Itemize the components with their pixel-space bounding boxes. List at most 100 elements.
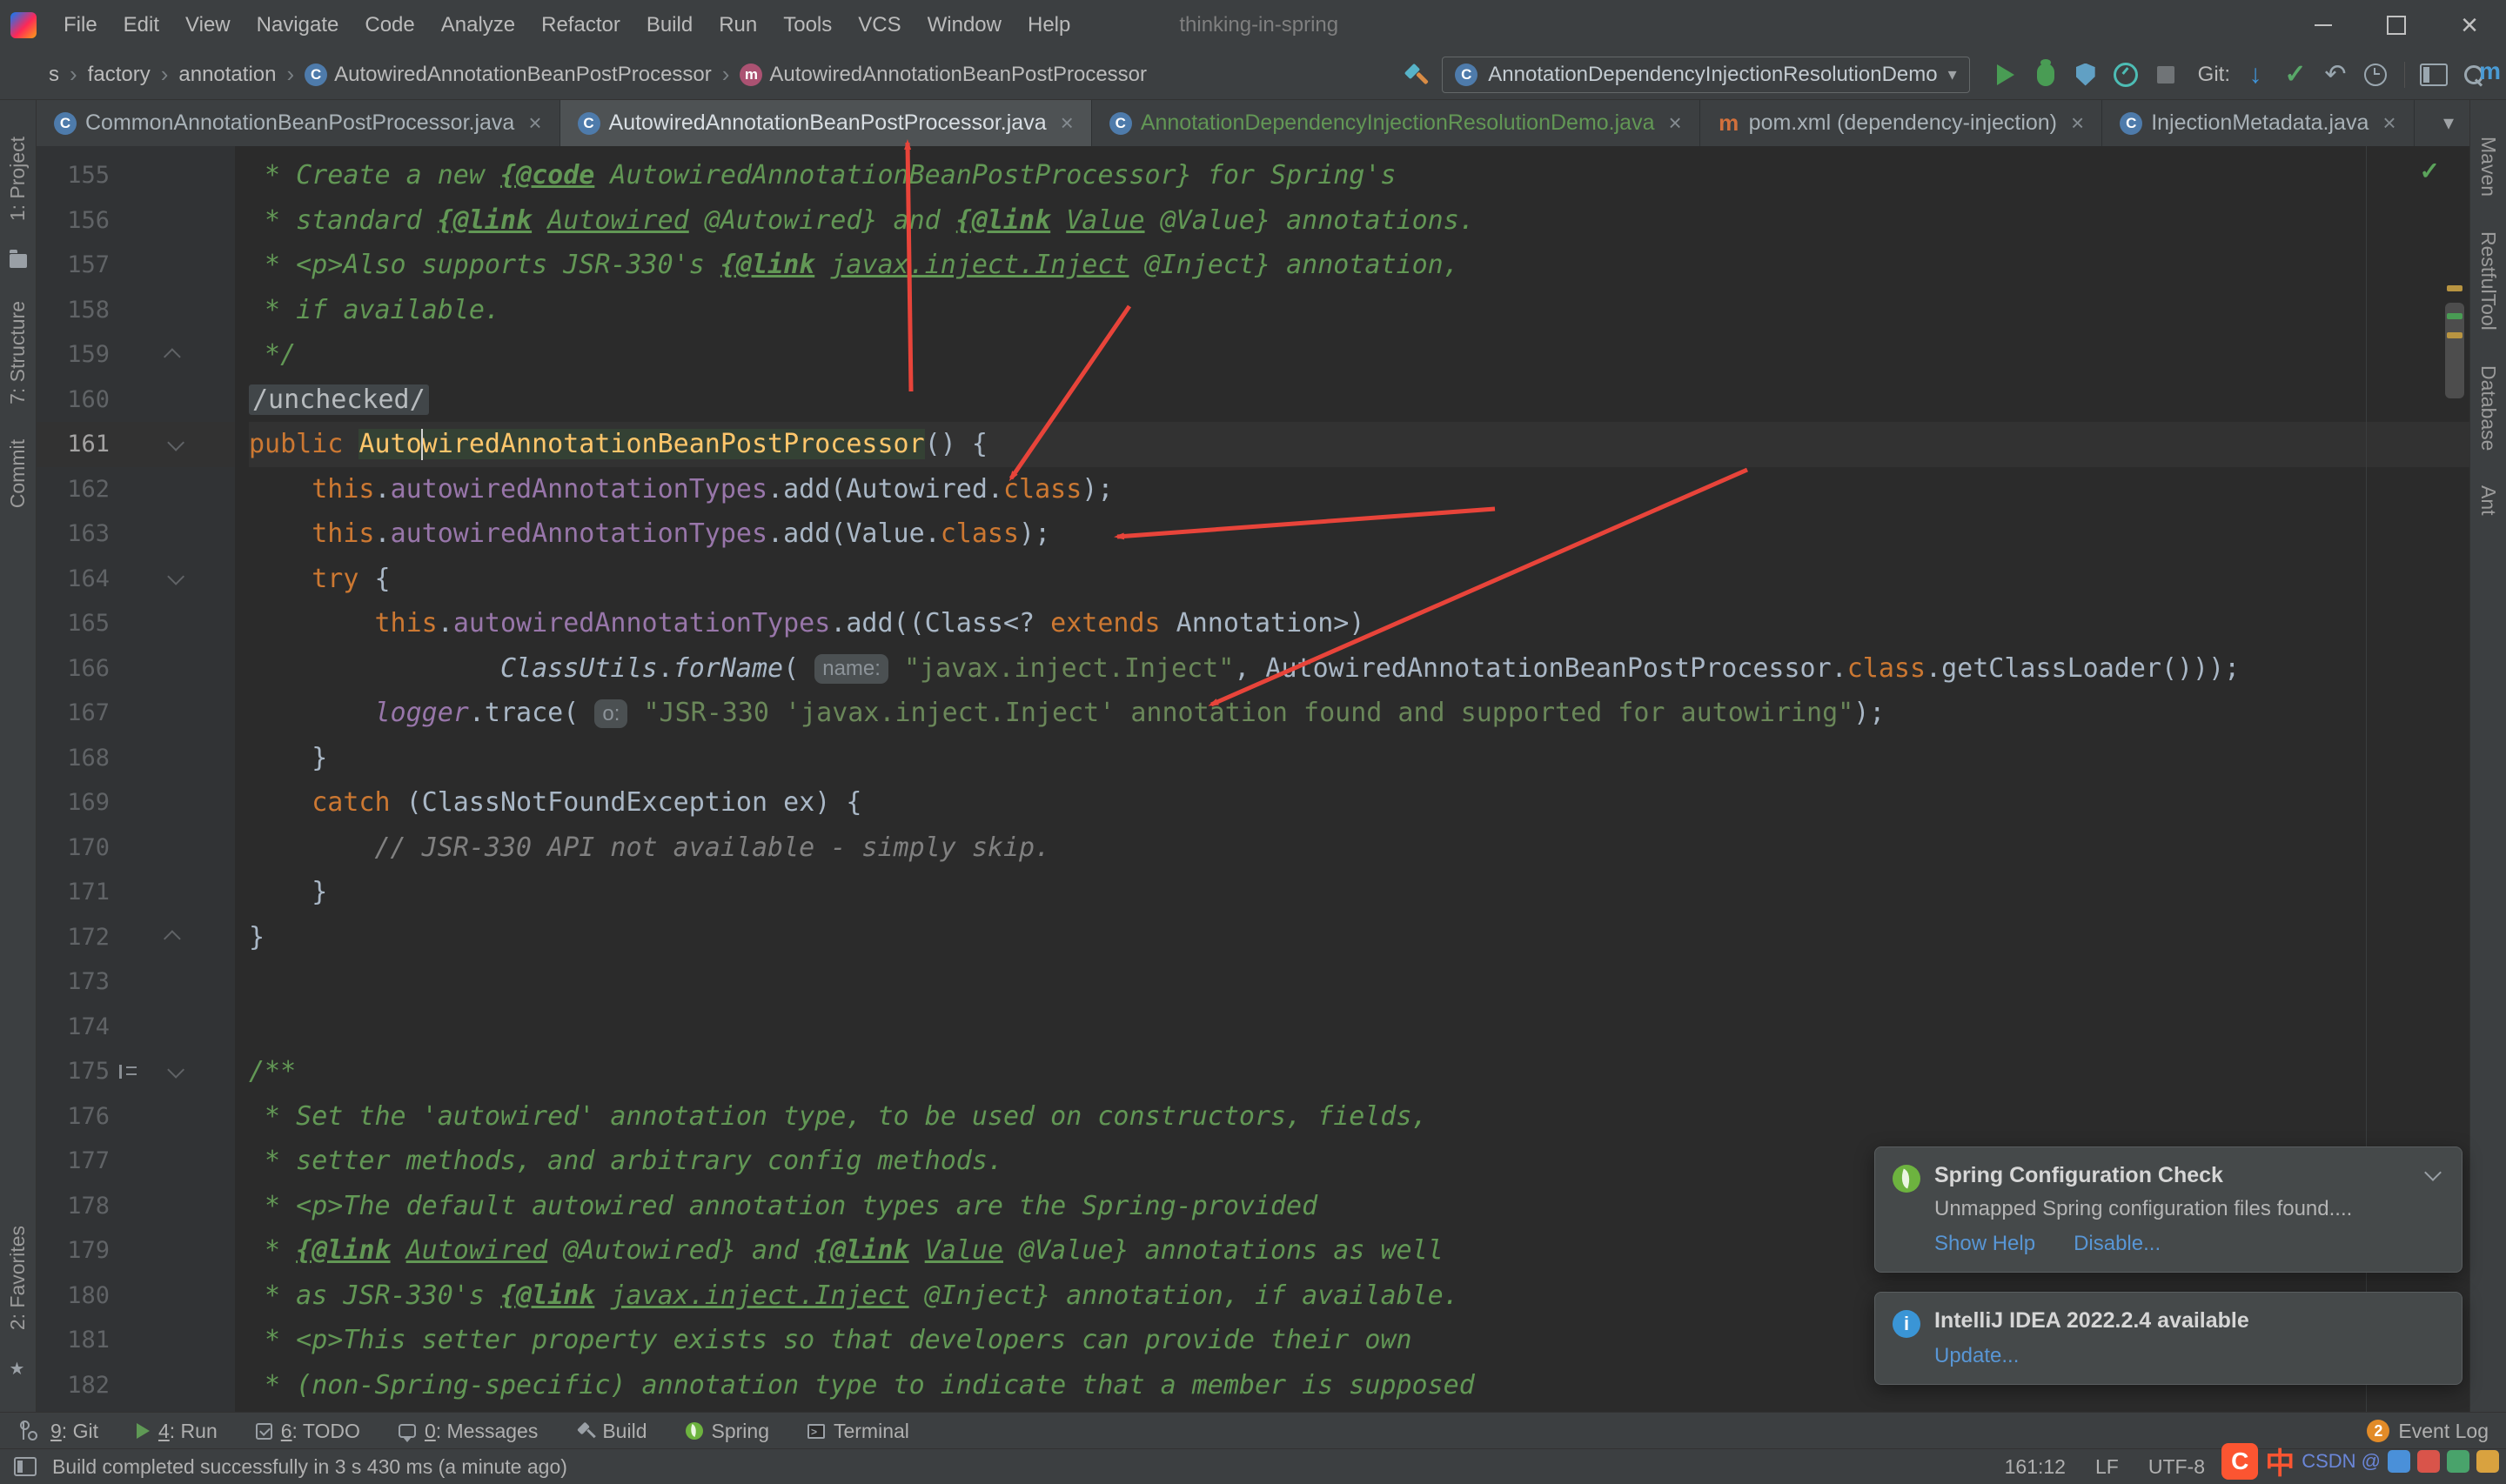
rollback-button[interactable]	[2315, 55, 2355, 95]
code-token: autowiredAnnotationTypes	[452, 608, 831, 638]
caret-position[interactable]: 161:12	[2005, 1455, 2066, 1479]
tool-window-button-7-structure[interactable]: 7: Structure	[6, 301, 30, 404]
menu-build[interactable]: Build	[633, 13, 706, 37]
tool-window-button-git[interactable]: 9: Git	[17, 1420, 98, 1443]
gutter-row: 160	[37, 378, 235, 423]
close-icon[interactable]	[2382, 110, 2395, 137]
minimize-button[interactable]	[2287, 0, 2360, 50]
notification-link[interactable]: Update...	[1934, 1344, 2019, 1368]
fold-down-icon[interactable]	[167, 433, 185, 451]
tool-window-button-spring[interactable]: Spring	[685, 1420, 769, 1443]
menu-window[interactable]: Window	[915, 13, 1015, 37]
history-button[interactable]	[2355, 55, 2395, 95]
coverage-button[interactable]	[2066, 55, 2106, 95]
maven-icon[interactable]	[2479, 57, 2501, 85]
code-line: * Create a new {@code AutowiredAnnotatio…	[249, 153, 2469, 198]
line-ending[interactable]: LF	[2095, 1455, 2119, 1479]
tool-window-button-messages[interactable]: 0: Messages	[398, 1420, 538, 1443]
breadcrumb-item[interactable]: s	[49, 63, 59, 87]
tab-label: AnnotationDependencyInjectionResolutionD…	[1140, 110, 1655, 135]
menu-file[interactable]: File	[50, 13, 111, 37]
menu-code[interactable]: Code	[352, 13, 427, 37]
collapse-chevron-icon[interactable]	[2424, 1164, 2442, 1181]
close-icon[interactable]	[528, 110, 541, 137]
tool-window-button-ant[interactable]: Ant	[2476, 485, 2500, 516]
tool-window-button-2-favorites[interactable]: 2: Favorites	[6, 1226, 30, 1330]
menu-vcs[interactable]: VCS	[845, 13, 914, 37]
window-controls	[2287, 0, 2506, 50]
code-token: this	[312, 473, 375, 505]
menu-run[interactable]: Run	[706, 13, 770, 37]
close-icon[interactable]	[1668, 110, 1681, 137]
editor-tab[interactable]: InjectionMetadata.java	[2102, 100, 2415, 146]
menu-navigate[interactable]: Navigate	[244, 13, 352, 37]
line-number: 162	[67, 475, 110, 503]
fold-slot	[148, 1060, 200, 1079]
editor-tab[interactable]: pom.xml (dependency-injection)	[1700, 100, 2103, 146]
code-token: * <p>The default autowired annotation ty…	[249, 1190, 1318, 1221]
hidden-tabs-icon[interactable]	[2428, 110, 2469, 136]
tool-window-button-1-project[interactable]: 1: Project	[6, 137, 30, 221]
run-configuration-select[interactable]: AnnotationDependencyInjectionResolutionD…	[1442, 56, 1970, 93]
close-button[interactable]	[2433, 0, 2506, 50]
tool-window-button-todo[interactable]: 6: TODO	[255, 1420, 360, 1443]
editor-tab[interactable]: AutowiredAnnotationBeanPostProcessor.jav…	[559, 100, 1092, 146]
folder-icon[interactable]	[9, 250, 27, 269]
code-line: }	[249, 915, 2469, 960]
tool-window-button-run[interactable]: 4: Run	[136, 1420, 218, 1443]
menu-refactor[interactable]: Refactor	[528, 13, 633, 37]
commit-button[interactable]	[2275, 55, 2315, 95]
code-token: *	[249, 1235, 297, 1266]
tool-window-button-database[interactable]: Database	[2476, 365, 2500, 451]
right-stripe-top: Maven RestfulTool Database Ant	[2476, 119, 2500, 533]
update-project-button[interactable]	[2235, 55, 2275, 95]
code-token: try	[312, 563, 359, 594]
fold-down-icon[interactable]	[167, 1060, 185, 1079]
code-token: class	[1002, 473, 1082, 505]
debug-button[interactable]	[2026, 55, 2066, 95]
close-icon[interactable]	[1061, 110, 1074, 137]
breadcrumb-item[interactable]: annotation	[178, 63, 276, 87]
wrench-icon[interactable]	[1404, 64, 1426, 86]
file-encoding[interactable]: UTF-8	[2148, 1455, 2205, 1479]
menu-analyze[interactable]: Analyze	[428, 13, 528, 37]
tool-window-button-build[interactable]: Build	[576, 1420, 647, 1443]
gutter-row: 176	[37, 1094, 235, 1140]
maximize-button[interactable]	[2360, 0, 2433, 50]
notification-text: Unmapped Spring configuration files foun…	[1934, 1197, 2353, 1220]
breadcrumb-item[interactable]: AutowiredAnnotationBeanPostProcessor	[740, 63, 1147, 87]
tool-window-button-terminal[interactable]: Terminal	[807, 1420, 909, 1443]
star-icon[interactable]	[10, 1358, 27, 1380]
breadcrumb-separator-icon	[59, 61, 88, 88]
menu-tools[interactable]: Tools	[770, 13, 845, 37]
menu-help[interactable]: Help	[1015, 13, 1083, 37]
notification-link[interactable]: Show Help	[1934, 1232, 2035, 1256]
code-token: * if available.	[249, 294, 500, 325]
fold-down-icon[interactable]	[167, 568, 185, 586]
fold-up-icon[interactable]	[163, 347, 181, 365]
tool-window-button-restfultool[interactable]: RestfulTool	[2476, 231, 2500, 331]
profiler-button[interactable]	[2106, 55, 2146, 95]
fold-up-icon[interactable]	[163, 930, 181, 948]
code-token: forName	[673, 652, 784, 684]
code-token: Autowired	[547, 204, 689, 236]
stop-button[interactable]	[2146, 55, 2186, 95]
code-token: AutowiredAnnotationBeanPostProcessor} fo…	[594, 160, 1397, 191]
breadcrumb-item[interactable]: AutowiredAnnotationBeanPostProcessor	[305, 63, 712, 87]
layout-button[interactable]	[2414, 55, 2454, 95]
tool-window-switcher-icon[interactable]	[14, 1457, 37, 1476]
breadcrumb-item[interactable]: factory	[88, 63, 151, 87]
notification-content: Spring Configuration Check Unmapped Sprin…	[1934, 1163, 2444, 1256]
code-line: catch (ClassNotFoundException ex) {	[249, 780, 2469, 826]
close-icon[interactable]	[2071, 110, 2084, 137]
tool-window-button-commit[interactable]: Commit	[6, 439, 30, 508]
menu-edit[interactable]: Edit	[111, 13, 172, 37]
git-label: Git:	[2197, 62, 2230, 86]
notification-link[interactable]: Disable...	[2074, 1232, 2161, 1256]
editor-tab[interactable]: AnnotationDependencyInjectionResolutionD…	[1092, 100, 1700, 146]
tool-window-button-maven[interactable]: Maven	[2476, 137, 2500, 197]
editor-tab[interactable]: CommonAnnotationBeanPostProcessor.java	[37, 100, 560, 146]
menu-view[interactable]: View	[172, 13, 244, 37]
fold-slot	[148, 347, 200, 365]
run-button[interactable]	[1986, 55, 2026, 95]
